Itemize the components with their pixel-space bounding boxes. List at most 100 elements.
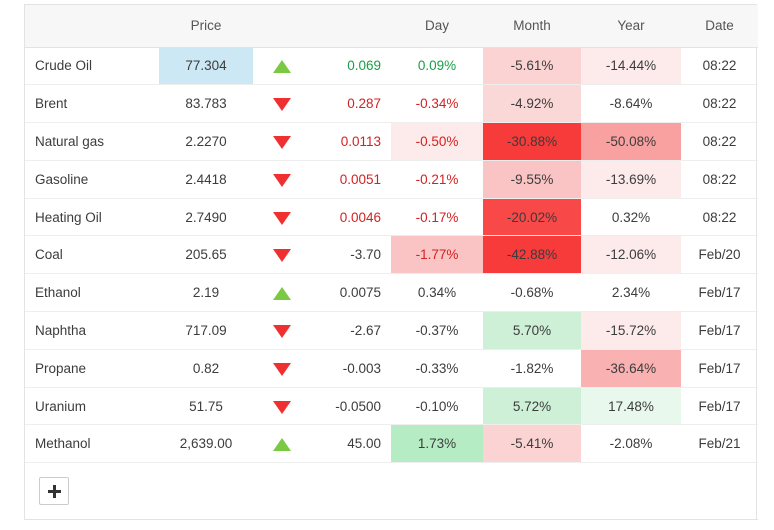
- cell-month-percent: -0.68%: [483, 273, 581, 313]
- table-row[interactable]: Heating Oil 2.7490 0.0046 -0.17% -20.02% 0.32…: [25, 198, 758, 237]
- cell-instrument-name[interactable]: Ethanol: [25, 273, 159, 313]
- cell-day-percent: -1.77%: [391, 235, 483, 275]
- cell-year-percent: 0.32%: [581, 198, 681, 237]
- cell-day-percent: -0.10%: [391, 387, 483, 426]
- cell-instrument-name[interactable]: Propane: [25, 349, 159, 388]
- cell-arrow-up: [253, 424, 311, 464]
- cell-instrument-name[interactable]: Coal: [25, 235, 159, 275]
- triangle-down-icon: [273, 249, 291, 263]
- cell-change: 0.0051: [311, 160, 391, 199]
- triangle-down-icon: [273, 362, 291, 376]
- cell-date: Feb/21: [681, 424, 758, 464]
- cell-year-percent: -2.08%: [581, 424, 681, 464]
- cell-day-percent: 0.34%: [391, 273, 483, 313]
- cell-price: 2,639.00: [159, 424, 253, 464]
- cell-change: 0.0046: [311, 198, 391, 237]
- column-header-name[interactable]: [25, 5, 159, 48]
- cell-year-percent: -13.69%: [581, 160, 681, 199]
- cell-arrow-down: [253, 387, 311, 426]
- cell-month-percent: -5.41%: [483, 424, 581, 464]
- table-row[interactable]: Uranium 51.75 -0.0500 -0.10% 5.72% 17.48% Feb/…: [25, 387, 758, 426]
- column-header-month[interactable]: Month: [483, 5, 581, 48]
- column-header-day[interactable]: Day: [391, 5, 483, 48]
- cell-change: -0.0500: [311, 387, 391, 426]
- triangle-down-icon: [273, 211, 291, 225]
- table-row[interactable]: Natural gas 2.2270 0.0113 -0.50% -30.88% -50.…: [25, 122, 758, 161]
- column-header-date[interactable]: Date: [681, 5, 758, 48]
- cell-change: 0.0113: [311, 122, 391, 161]
- cell-price: 51.75: [159, 387, 253, 426]
- table-row[interactable]: Crude Oil 77.304 0.069 0.09% -5.61% -14.44% 08…: [25, 47, 758, 86]
- cell-change: 45.00: [311, 424, 391, 464]
- triangle-down-icon: [273, 400, 291, 414]
- cell-price: 0.82: [159, 349, 253, 388]
- add-instrument-button[interactable]: [39, 477, 69, 506]
- cell-instrument-name[interactable]: Crude Oil: [25, 47, 159, 86]
- cell-year-percent: -14.44%: [581, 47, 681, 86]
- cell-month-percent: -30.88%: [483, 122, 581, 161]
- triangle-up-icon: [273, 438, 291, 452]
- column-header-price[interactable]: Price: [159, 5, 253, 48]
- cell-arrow-up: [253, 47, 311, 86]
- cell-day-percent: -0.21%: [391, 160, 483, 199]
- table-row[interactable]: Gasoline 2.4418 0.0051 -0.21% -9.55% -13.69% 0…: [25, 160, 758, 199]
- triangle-down-icon: [273, 324, 291, 338]
- cell-price: 205.65: [159, 235, 253, 275]
- cell-date: Feb/17: [681, 349, 758, 388]
- cell-date: 08:22: [681, 160, 758, 199]
- cell-instrument-name[interactable]: Uranium: [25, 387, 159, 426]
- commodities-table-container: Price Day Month Year Date Crude Oil 77.30…: [24, 4, 758, 521]
- cell-arrow-down: [253, 122, 311, 161]
- column-header-change[interactable]: [311, 5, 391, 48]
- column-header-year[interactable]: Year: [581, 5, 681, 48]
- table-row[interactable]: Ethanol 2.19 0.0075 0.34% -0.68% 2.34% Feb/17: [25, 273, 758, 313]
- triangle-down-icon: [273, 135, 291, 149]
- table-body: Crude Oil 77.304 0.069 0.09% -5.61% -14.44% 08…: [25, 47, 758, 464]
- cell-instrument-name[interactable]: Natural gas: [25, 122, 159, 161]
- cell-month-percent: -5.61%: [483, 47, 581, 86]
- table-row[interactable]: Methanol 2,639.00 45.00 1.73% -5.41% -2.08% Fe…: [25, 424, 758, 464]
- table-header: Price Day Month Year Date: [25, 5, 758, 48]
- cell-month-percent: 5.72%: [483, 387, 581, 426]
- cell-instrument-name[interactable]: Gasoline: [25, 160, 159, 199]
- triangle-up-icon: [273, 287, 291, 301]
- cell-instrument-name[interactable]: Heating Oil: [25, 198, 159, 237]
- cell-price: 2.7490: [159, 198, 253, 237]
- table-row[interactable]: Brent 83.783 0.287 -0.34% -4.92% -8.64% 08:22: [25, 84, 758, 124]
- triangle-down-icon: [273, 173, 291, 187]
- cell-year-percent: 17.48%: [581, 387, 681, 426]
- cell-date: Feb/17: [681, 273, 758, 313]
- cell-day-percent: 0.09%: [391, 47, 483, 86]
- cell-price: 2.4418: [159, 160, 253, 199]
- cell-arrow-down: [253, 198, 311, 237]
- column-header-arrow[interactable]: [253, 5, 311, 48]
- cell-change: 0.287: [311, 84, 391, 124]
- cell-arrow-down: [253, 349, 311, 388]
- cell-year-percent: -8.64%: [581, 84, 681, 124]
- cell-year-percent: -36.64%: [581, 349, 681, 388]
- cell-date: 08:22: [681, 84, 758, 124]
- quotes-page: Price Day Month Year Date Crude Oil 77.30…: [0, 0, 774, 530]
- cell-instrument-name[interactable]: Methanol: [25, 424, 159, 464]
- cell-date: Feb/20: [681, 235, 758, 275]
- commodities-quotes-table: Price Day Month Year Date Crude Oil 77.30…: [25, 5, 758, 521]
- cell-day-percent: -0.34%: [391, 84, 483, 124]
- cell-day-percent: 1.73%: [391, 424, 483, 464]
- table-footer: [25, 462, 758, 521]
- cell-year-percent: 2.34%: [581, 273, 681, 313]
- cell-month-percent: -9.55%: [483, 160, 581, 199]
- table-row[interactable]: Naphtha 717.09 -2.67 -0.37% 5.70% -15.72% Feb/…: [25, 311, 758, 350]
- table-row[interactable]: Propane 0.82 -0.003 -0.33% -1.82% -36.64% Feb/…: [25, 349, 758, 388]
- cell-date: Feb/17: [681, 311, 758, 350]
- cell-arrow-down: [253, 311, 311, 350]
- cell-instrument-name[interactable]: Brent: [25, 84, 159, 124]
- cell-price: 2.2270: [159, 122, 253, 161]
- cell-instrument-name[interactable]: Naphtha: [25, 311, 159, 350]
- cell-price: 2.19: [159, 273, 253, 313]
- cell-year-percent: -15.72%: [581, 311, 681, 350]
- cell-price: 83.783: [159, 84, 253, 124]
- cell-date: 08:22: [681, 122, 758, 161]
- cell-change: 0.0075: [311, 273, 391, 313]
- cell-date: Feb/17: [681, 387, 758, 426]
- table-row[interactable]: Coal 205.65 -3.70 -1.77% -42.88% -12.06% Feb/2…: [25, 235, 758, 275]
